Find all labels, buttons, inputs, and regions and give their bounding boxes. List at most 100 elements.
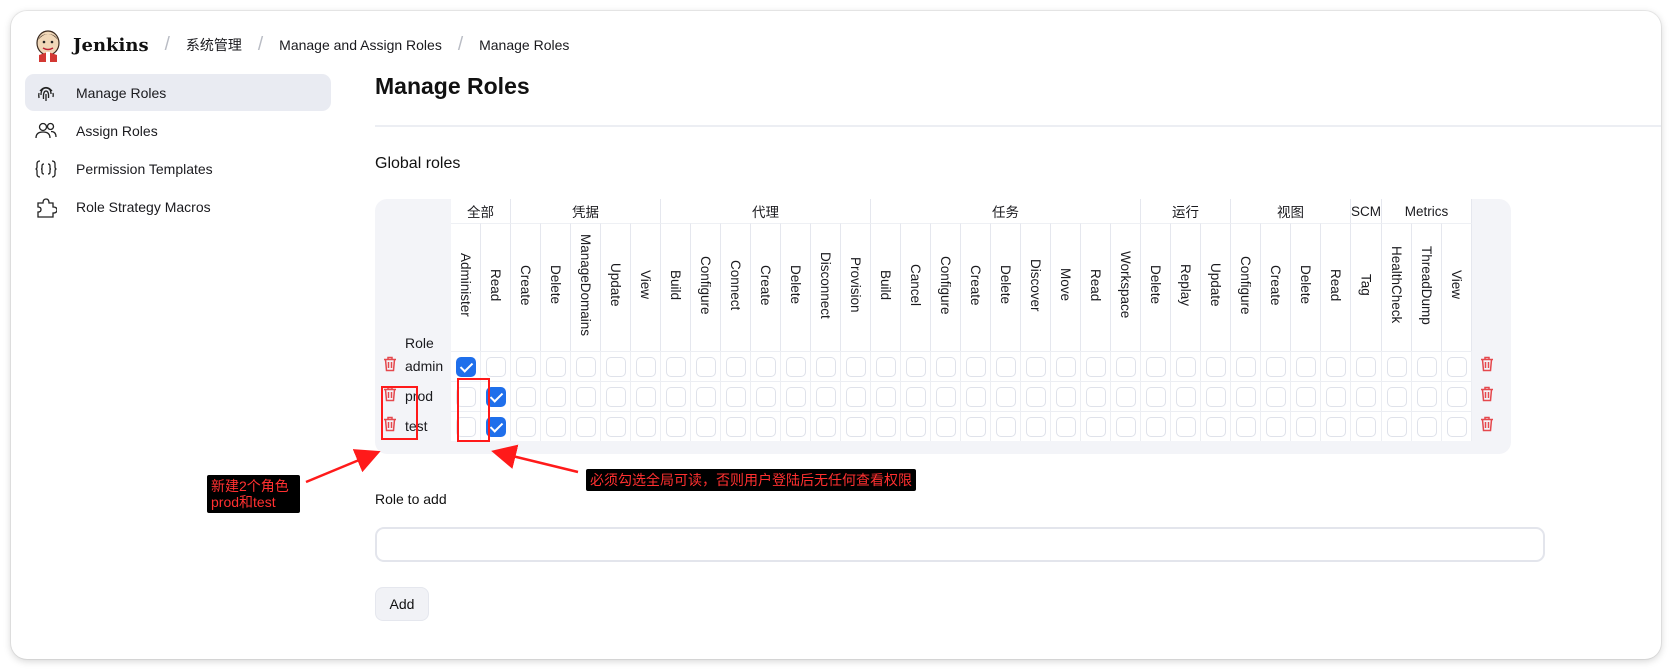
permission-checkbox-managedomains[interactable] — [575, 386, 596, 407]
permission-checkbox-threaddump[interactable] — [1416, 386, 1437, 407]
sidebar-item-permission-templates[interactable]: Permission Templates — [25, 150, 331, 187]
permission-checkbox-read[interactable] — [1085, 386, 1106, 407]
permission-checkbox-delete[interactable] — [545, 416, 566, 437]
delete-role-icon[interactable] — [1472, 381, 1502, 411]
permission-checkbox-configure[interactable] — [695, 386, 716, 407]
permission-checkbox-delete[interactable] — [1145, 386, 1166, 407]
permission-checkbox-discover[interactable] — [1025, 386, 1046, 407]
permission-checkbox-threaddump[interactable] — [1416, 416, 1437, 437]
permission-checkbox-workspace[interactable] — [1115, 386, 1136, 407]
permission-checkbox-view[interactable] — [1446, 356, 1467, 377]
permission-checkbox-create[interactable] — [755, 356, 776, 377]
permission-checkbox-update[interactable] — [605, 416, 626, 437]
permission-checkbox-configure[interactable] — [695, 416, 716, 437]
permission-checkbox-workspace[interactable] — [1115, 356, 1136, 377]
permission-checkbox-provision[interactable] — [845, 386, 866, 407]
permission-checkbox-view[interactable] — [635, 386, 656, 407]
permission-checkbox-update[interactable] — [1205, 356, 1226, 377]
permission-checkbox-delete[interactable] — [785, 416, 806, 437]
permission-checkbox-delete[interactable] — [785, 356, 806, 377]
permission-checkbox-cancel[interactable] — [905, 386, 926, 407]
permission-checkbox-provision[interactable] — [845, 356, 866, 377]
permission-checkbox-delete[interactable] — [995, 356, 1016, 377]
permission-checkbox-view[interactable] — [1446, 416, 1467, 437]
permission-checkbox-disconnect[interactable] — [815, 416, 836, 437]
permission-checkbox-read[interactable] — [485, 356, 506, 377]
permission-checkbox-build[interactable] — [875, 386, 896, 407]
permission-checkbox-update[interactable] — [605, 386, 626, 407]
permission-checkbox-read[interactable] — [1325, 416, 1346, 437]
permission-checkbox-create[interactable] — [965, 386, 986, 407]
permission-checkbox-managedomains[interactable] — [575, 356, 596, 377]
permission-checkbox-read[interactable] — [1085, 356, 1106, 377]
permission-checkbox-update[interactable] — [1205, 386, 1226, 407]
permission-checkbox-move[interactable] — [1055, 416, 1076, 437]
permission-checkbox-discover[interactable] — [1025, 416, 1046, 437]
breadcrumb-item-manage-jenkins[interactable]: 系统管理 — [186, 35, 242, 55]
permission-checkbox-healthcheck[interactable] — [1386, 356, 1407, 377]
permission-checkbox-delete[interactable] — [1295, 356, 1316, 377]
permission-checkbox-replay[interactable] — [1175, 416, 1196, 437]
permission-checkbox-read[interactable] — [1085, 416, 1106, 437]
permission-checkbox-connect[interactable] — [725, 386, 746, 407]
permission-checkbox-create[interactable] — [1265, 416, 1286, 437]
permission-checkbox-configure[interactable] — [935, 416, 956, 437]
permission-checkbox-delete[interactable] — [1295, 386, 1316, 407]
permission-checkbox-build[interactable] — [665, 356, 686, 377]
permission-checkbox-create[interactable] — [1265, 386, 1286, 407]
permission-checkbox-tag[interactable] — [1356, 386, 1376, 407]
permission-checkbox-replay[interactable] — [1175, 356, 1196, 377]
permission-checkbox-discover[interactable] — [1025, 356, 1046, 377]
permission-checkbox-create[interactable] — [515, 386, 536, 407]
delete-role-icon[interactable] — [1472, 411, 1502, 441]
permission-checkbox-move[interactable] — [1055, 356, 1076, 377]
permission-checkbox-tag[interactable] — [1356, 356, 1376, 377]
jenkins-logo-icon[interactable] — [33, 28, 63, 62]
permission-checkbox-connect[interactable] — [725, 416, 746, 437]
permission-checkbox-connect[interactable] — [725, 356, 746, 377]
permission-checkbox-read[interactable] — [1325, 356, 1346, 377]
add-role-button[interactable]: Add — [375, 587, 429, 621]
sidebar-item-assign-roles[interactable]: Assign Roles — [25, 112, 331, 149]
permission-checkbox-read[interactable] — [1325, 386, 1346, 407]
permission-checkbox-create[interactable] — [965, 416, 986, 437]
permission-checkbox-create[interactable] — [515, 356, 536, 377]
permission-checkbox-build[interactable] — [875, 356, 896, 377]
permission-checkbox-create[interactable] — [515, 416, 536, 437]
sidebar-item-manage-roles[interactable]: Manage Roles — [25, 74, 331, 111]
permission-checkbox-create[interactable] — [755, 386, 776, 407]
permission-checkbox-configure[interactable] — [935, 356, 956, 377]
permission-checkbox-view[interactable] — [635, 416, 656, 437]
permission-checkbox-build[interactable] — [665, 416, 686, 437]
permission-checkbox-configure[interactable] — [1235, 416, 1256, 437]
permission-checkbox-delete[interactable] — [995, 416, 1016, 437]
breadcrumb-item-manage-assign-roles[interactable]: Manage and Assign Roles — [279, 37, 442, 53]
permission-checkbox-build[interactable] — [875, 416, 896, 437]
permission-checkbox-update[interactable] — [1205, 416, 1226, 437]
permission-checkbox-delete[interactable] — [995, 386, 1016, 407]
permission-checkbox-disconnect[interactable] — [815, 386, 836, 407]
permission-checkbox-replay[interactable] — [1175, 386, 1196, 407]
permission-checkbox-delete[interactable] — [785, 386, 806, 407]
breadcrumb-item-manage-roles[interactable]: Manage Roles — [479, 37, 569, 53]
permission-checkbox-configure[interactable] — [1235, 386, 1256, 407]
permission-checkbox-cancel[interactable] — [905, 356, 926, 377]
permission-checkbox-disconnect[interactable] — [815, 356, 836, 377]
permission-checkbox-administer[interactable] — [455, 356, 476, 377]
permission-checkbox-tag[interactable] — [1356, 416, 1376, 437]
permission-checkbox-create[interactable] — [1265, 356, 1286, 377]
permission-checkbox-configure[interactable] — [1235, 356, 1256, 377]
sidebar-item-role-strategy-macros[interactable]: Role Strategy Macros — [25, 188, 331, 225]
permission-checkbox-delete[interactable] — [1295, 416, 1316, 437]
delete-role-icon[interactable] — [1472, 351, 1502, 381]
permission-checkbox-managedomains[interactable] — [575, 416, 596, 437]
permission-checkbox-move[interactable] — [1055, 386, 1076, 407]
permission-checkbox-delete[interactable] — [1145, 356, 1166, 377]
permission-checkbox-delete[interactable] — [545, 356, 566, 377]
brand-name[interactable]: Jenkins — [73, 35, 149, 56]
permission-checkbox-delete[interactable] — [545, 386, 566, 407]
permission-checkbox-workspace[interactable] — [1115, 416, 1136, 437]
permission-checkbox-view[interactable] — [1446, 386, 1467, 407]
permission-checkbox-provision[interactable] — [845, 416, 866, 437]
role-to-add-input[interactable] — [375, 527, 1545, 562]
